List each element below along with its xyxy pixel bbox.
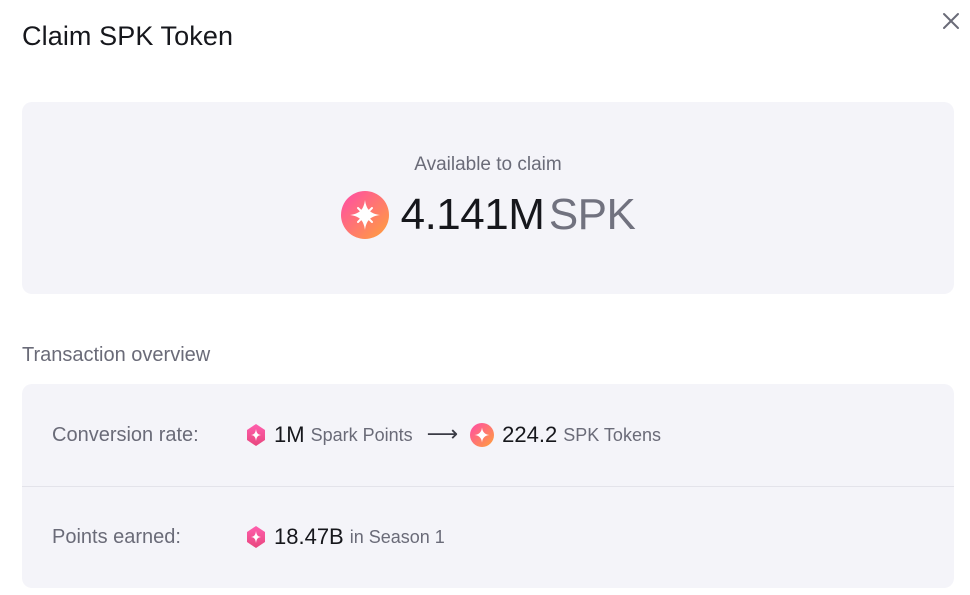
conversion-from-unit: Spark Points [310, 424, 413, 445]
dialog-title: Claim SPK Token [22, 21, 234, 51]
conversion-rate-label: Conversion rate: [52, 423, 199, 446]
conversion-to-unit: SPK Tokens [563, 424, 661, 445]
transaction-overview-card: Conversion rate: 1M Spark Points ⟶ 224.2… [22, 384, 954, 588]
conversion-to-amount: 224.2 [502, 422, 558, 447]
claim-unit: SPK [548, 190, 636, 239]
claim-amount: 4.141M [400, 190, 545, 239]
claim-amount-row: 4.141M SPK [22, 190, 954, 240]
conversion-rate-row: Conversion rate: 1M Spark Points ⟶ 224.2… [22, 384, 954, 487]
transaction-overview-heading: Transaction overview [22, 344, 211, 366]
spk-token-icon [470, 423, 495, 447]
available-to-claim-label: Available to claim [414, 154, 562, 175]
close-button[interactable] [940, 10, 962, 32]
spk-token-icon [340, 191, 389, 239]
close-icon [942, 12, 960, 30]
points-earned-suffix: in Season 1 [349, 526, 445, 547]
spark-points-icon [246, 525, 266, 549]
points-earned-amount: 18.47B [274, 524, 344, 549]
claim-summary-card: Available to claim 4.141M SPK [22, 102, 954, 294]
conversion-from-amount: 1M [274, 422, 305, 447]
spark-points-icon [246, 423, 266, 447]
points-earned-row: Points earned: 18.47B in Season 1 [22, 486, 954, 588]
arrow-right-icon: ⟶ [426, 421, 459, 446]
points-earned-values: 18.47B in Season 1 [246, 486, 445, 588]
points-earned-label: Points earned: [52, 525, 181, 548]
conversion-rate-values: 1M Spark Points ⟶ 224.2 SPK Tokens [246, 384, 661, 486]
